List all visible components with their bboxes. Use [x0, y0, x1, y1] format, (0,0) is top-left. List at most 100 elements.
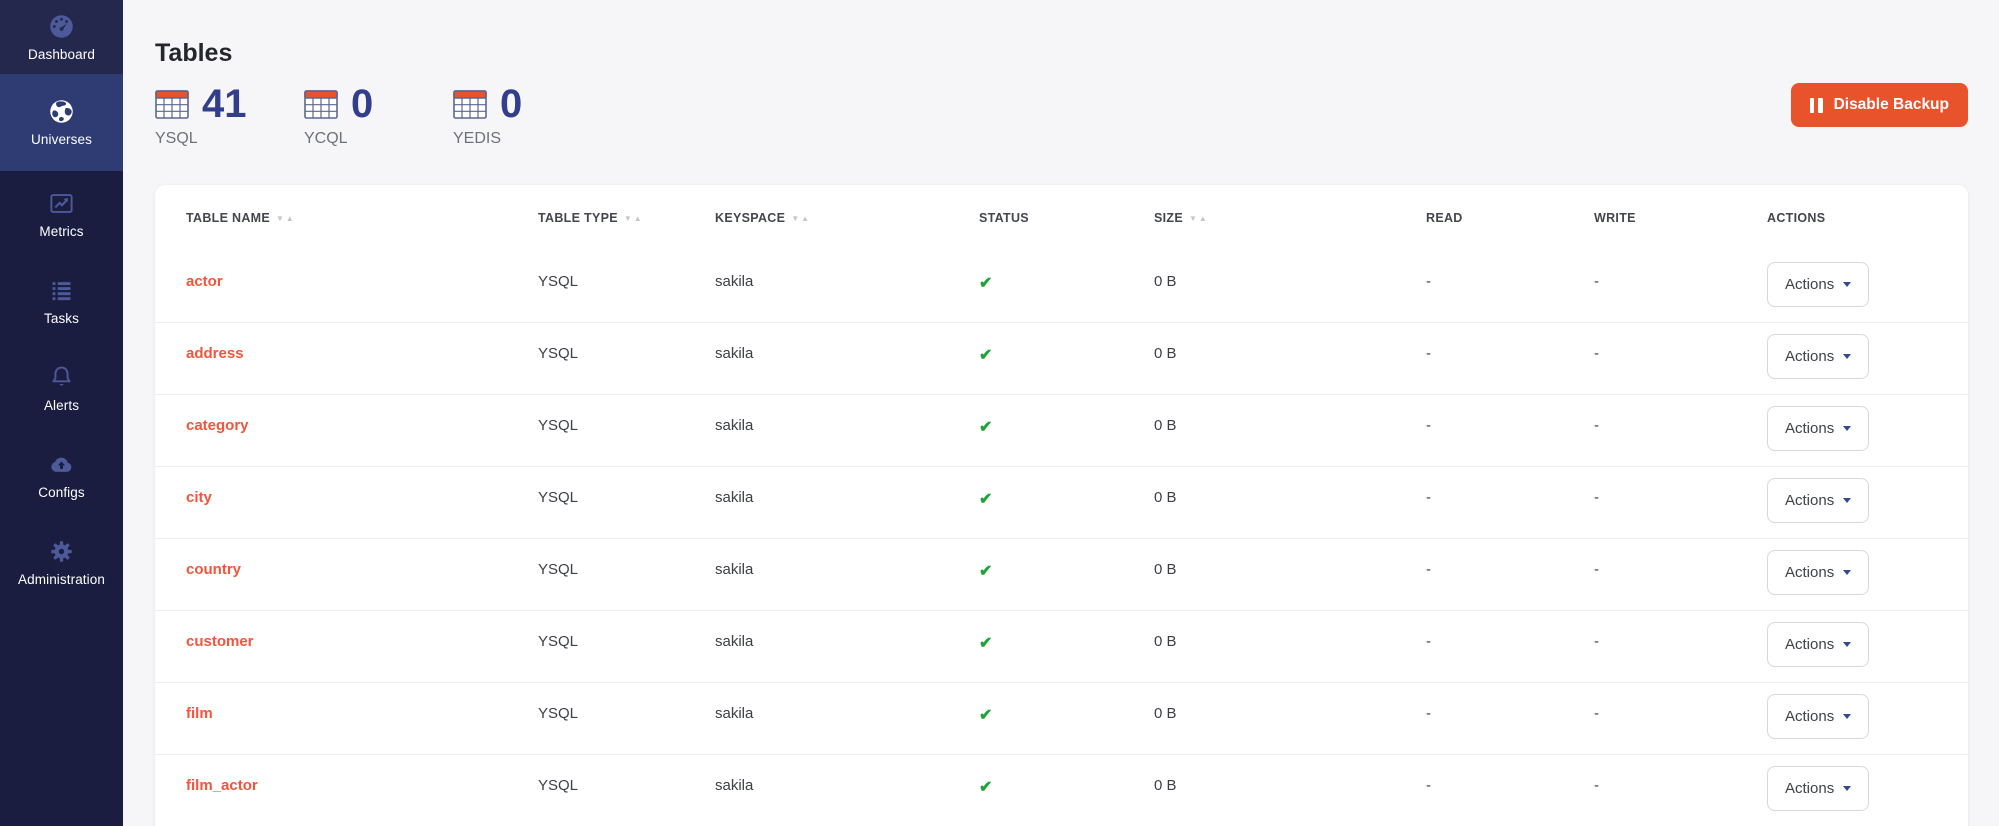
- table-name-link[interactable]: customer: [186, 633, 254, 650]
- read-cell: -: [1426, 395, 1594, 434]
- sort-icon[interactable]: ▼▲: [624, 214, 644, 223]
- row-actions-button[interactable]: Actions: [1767, 262, 1869, 307]
- sidebar-item-universes[interactable]: Universes: [0, 74, 123, 171]
- size-cell: 0 B: [1154, 539, 1426, 578]
- table-row: category YSQL sakila ✔ 0 B - - Actions: [155, 395, 1968, 467]
- sidebar-item-tasks[interactable]: Tasks: [0, 258, 123, 345]
- chevron-down-icon: [1843, 354, 1851, 359]
- status-ok-icon: ✔: [979, 491, 992, 508]
- status-ok-icon: ✔: [979, 779, 992, 796]
- row-actions-button[interactable]: Actions: [1767, 766, 1869, 811]
- column-header-status: STATUS: [979, 211, 1154, 225]
- size-cell: 0 B: [1154, 323, 1426, 362]
- table-type-cell: YSQL: [538, 395, 715, 434]
- chevron-down-icon: [1843, 642, 1851, 647]
- table-name-link[interactable]: film_actor: [186, 777, 258, 794]
- size-cell: 0 B: [1154, 683, 1426, 722]
- column-header-table-name[interactable]: TABLE NAME ▼▲: [186, 211, 538, 225]
- column-header-table-type[interactable]: TABLE TYPE ▼▲: [538, 211, 715, 225]
- write-cell: -: [1594, 611, 1767, 650]
- size-cell: 0 B: [1154, 251, 1426, 290]
- stat-label: YCQL: [304, 130, 453, 148]
- table-name-link[interactable]: category: [186, 417, 249, 434]
- disable-backup-label: Disable Backup: [1834, 96, 1949, 114]
- sidebar-item-configs[interactable]: Configs: [0, 432, 123, 519]
- size-cell: 0 B: [1154, 611, 1426, 650]
- keyspace-cell: sakila: [715, 683, 979, 722]
- tables-card: TABLE NAME ▼▲ TABLE TYPE ▼▲ KEYSPACE ▼▲ …: [155, 185, 1968, 826]
- table-name-link[interactable]: actor: [186, 273, 223, 290]
- sidebar-item-administration[interactable]: Administration: [0, 519, 123, 606]
- keyspace-cell: sakila: [715, 539, 979, 578]
- table-row: film_actor YSQL sakila ✔ 0 B - - Actions: [155, 755, 1968, 826]
- status-ok-icon: ✔: [979, 563, 992, 580]
- chevron-down-icon: [1843, 786, 1851, 791]
- table-type-cell: YSQL: [538, 539, 715, 578]
- table-header-row: TABLE NAME ▼▲ TABLE TYPE ▼▲ KEYSPACE ▼▲ …: [155, 185, 1968, 251]
- table-body: actor YSQL sakila ✔ 0 B - - Actions addr…: [155, 251, 1968, 826]
- write-cell: -: [1594, 467, 1767, 506]
- table-name-link[interactable]: country: [186, 561, 241, 578]
- write-cell: -: [1594, 683, 1767, 722]
- sidebar-item-alerts[interactable]: Alerts: [0, 345, 123, 432]
- stat-label: YSQL: [155, 130, 304, 148]
- table-grid-icon: [453, 90, 487, 119]
- chevron-down-icon: [1843, 570, 1851, 575]
- table-row: customer YSQL sakila ✔ 0 B - - Actions: [155, 611, 1968, 683]
- column-header-label: TABLE TYPE: [538, 211, 618, 225]
- table-name-link[interactable]: city: [186, 489, 212, 506]
- row-actions-button[interactable]: Actions: [1767, 622, 1869, 667]
- gear-icon: [48, 538, 75, 565]
- write-cell: -: [1594, 323, 1767, 362]
- chevron-down-icon: [1843, 498, 1851, 503]
- read-cell: -: [1426, 755, 1594, 794]
- read-cell: -: [1426, 539, 1594, 578]
- table-name-link[interactable]: address: [186, 345, 244, 362]
- disable-backup-button[interactable]: Disable Backup: [1791, 83, 1968, 127]
- sidebar-item-dashboard[interactable]: Dashboard: [0, 0, 123, 74]
- column-header-label: KEYSPACE: [715, 211, 785, 225]
- stat-label: YEDIS: [453, 130, 602, 148]
- sort-icon[interactable]: ▼▲: [1189, 214, 1209, 223]
- row-actions-button[interactable]: Actions: [1767, 694, 1869, 739]
- sort-icon[interactable]: ▼▲: [276, 214, 296, 223]
- keyspace-cell: sakila: [715, 323, 979, 362]
- keyspace-cell: sakila: [715, 611, 979, 650]
- table-type-cell: YSQL: [538, 611, 715, 650]
- sort-icon[interactable]: ▼▲: [791, 214, 811, 223]
- chevron-down-icon: [1843, 282, 1851, 287]
- actions-button-label: Actions: [1785, 780, 1834, 797]
- row-actions-button[interactable]: Actions: [1767, 478, 1869, 523]
- table-grid-icon: [155, 90, 189, 119]
- chevron-down-icon: [1843, 426, 1851, 431]
- row-actions-button[interactable]: Actions: [1767, 334, 1869, 379]
- table-row: city YSQL sakila ✔ 0 B - - Actions: [155, 467, 1968, 539]
- column-header-label: WRITE: [1594, 211, 1636, 225]
- keyspace-cell: sakila: [715, 395, 979, 434]
- write-cell: -: [1594, 395, 1767, 434]
- column-header-label: STATUS: [979, 211, 1029, 225]
- list-icon: [48, 277, 75, 304]
- table-type-cell: YSQL: [538, 755, 715, 794]
- table-type-cell: YSQL: [538, 251, 715, 290]
- table-grid-icon: [304, 90, 338, 119]
- cloud-upload-icon: [48, 451, 75, 478]
- read-cell: -: [1426, 323, 1594, 362]
- keyspace-cell: sakila: [715, 755, 979, 794]
- sidebar-item-metrics[interactable]: Metrics: [0, 171, 123, 258]
- table-row: actor YSQL sakila ✔ 0 B - - Actions: [155, 251, 1968, 323]
- column-header-actions: ACTIONS: [1767, 211, 1968, 225]
- column-header-label: SIZE: [1154, 211, 1183, 225]
- row-actions-button[interactable]: Actions: [1767, 406, 1869, 451]
- row-actions-button[interactable]: Actions: [1767, 550, 1869, 595]
- actions-button-label: Actions: [1785, 636, 1834, 653]
- sidebar: Dashboard Universes Metrics Tasks Alerts…: [0, 0, 123, 826]
- actions-button-label: Actions: [1785, 708, 1834, 725]
- table-name-link[interactable]: film: [186, 705, 213, 722]
- actions-button-label: Actions: [1785, 492, 1834, 509]
- column-header-keyspace[interactable]: KEYSPACE ▼▲: [715, 211, 979, 225]
- column-header-size[interactable]: SIZE ▼▲: [1154, 211, 1426, 225]
- table-row: address YSQL sakila ✔ 0 B - - Actions: [155, 323, 1968, 395]
- stat-count: 41: [202, 87, 247, 121]
- chevron-down-icon: [1843, 714, 1851, 719]
